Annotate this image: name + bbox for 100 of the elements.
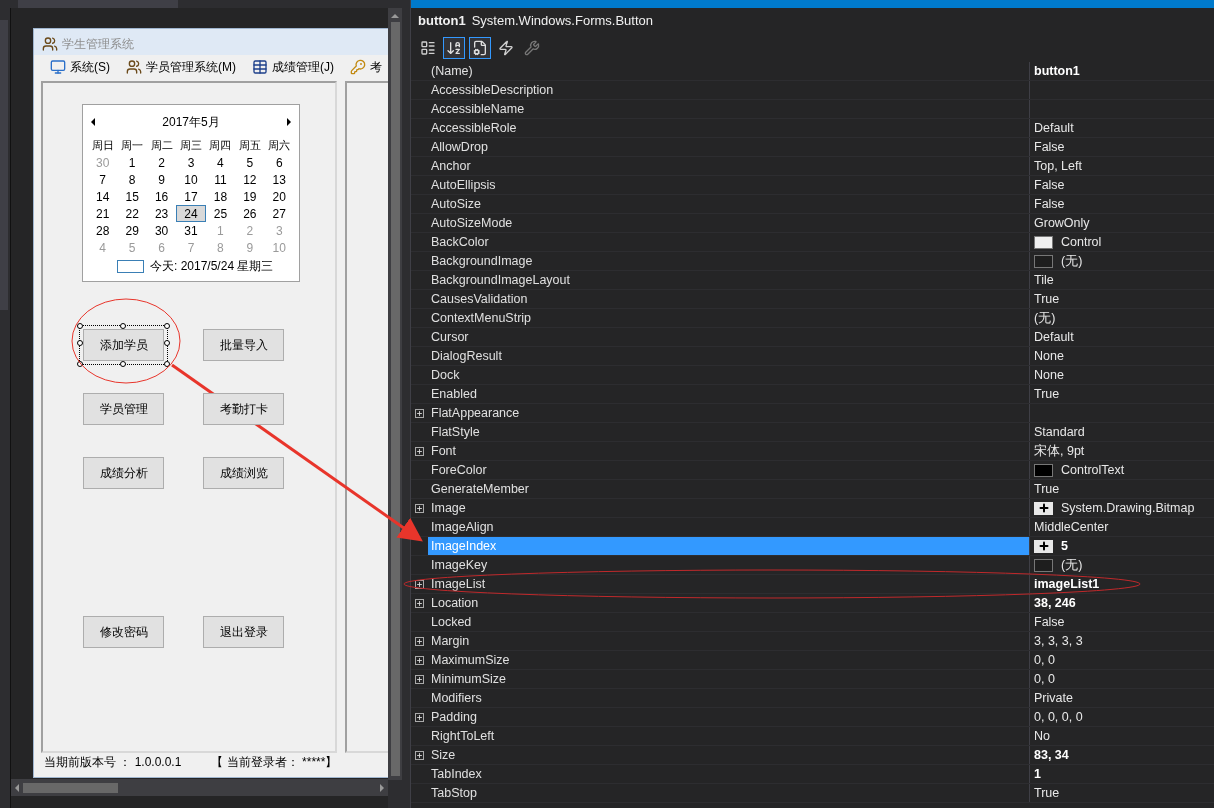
calendar-day[interactable]: 22 [117, 205, 147, 222]
property-row[interactable]: Font 宋体, 9pt [411, 442, 1214, 461]
property-row[interactable]: Image System.Drawing.Bitmap [411, 499, 1214, 518]
property-row[interactable]: Location 38, 246 [411, 594, 1214, 613]
calendar-day[interactable]: 30 [146, 222, 177, 239]
property-row[interactable]: Locked False [411, 613, 1214, 632]
property-row[interactable]: Anchor Top, Left [411, 157, 1214, 176]
expand-toggle[interactable] [415, 655, 424, 665]
property-row[interactable]: AccessibleDescription [411, 81, 1214, 100]
calendar-day[interactable]: 15 [117, 188, 147, 205]
calendar-day[interactable]: 21 [88, 205, 118, 222]
property-row[interactable]: TabIndex 1 [411, 765, 1214, 784]
property-row[interactable]: AutoEllipsis False [411, 176, 1214, 195]
menu-item[interactable]: 成绩管理(J) [252, 58, 334, 76]
calendar-day[interactable]: 9 [146, 171, 177, 188]
calendar-day[interactable]: 1 [117, 154, 147, 171]
expand-toggle[interactable] [415, 750, 424, 760]
expand-toggle[interactable] [415, 446, 424, 456]
expand-toggle[interactable] [415, 636, 424, 646]
form-button[interactable]: 考勤打卡 [203, 393, 284, 425]
expand-toggle[interactable] [415, 579, 424, 589]
property-row[interactable]: AccessibleName [411, 100, 1214, 119]
calendar-day[interactable]: 17 [176, 188, 206, 205]
property-row[interactable]: Dock None [411, 366, 1214, 385]
calendar-day[interactable]: 16 [146, 188, 177, 205]
expand-toggle[interactable] [415, 408, 424, 418]
today-link[interactable]: 今天: 2017/5/24 星期三 [150, 257, 274, 275]
form-button[interactable]: 修改密码 [83, 616, 164, 648]
property-value: (无) [1061, 252, 1083, 270]
properties-button[interactable] [469, 37, 491, 59]
menu-item[interactable]: 系统(S) [50, 58, 110, 76]
expand-toggle[interactable] [415, 712, 424, 722]
calendar-day[interactable]: 2 [146, 154, 177, 171]
calendar-day[interactable]: 3 [176, 154, 206, 171]
previous-month-arrow[interactable] [91, 118, 95, 126]
calendar-day[interactable]: 6 [264, 154, 294, 171]
property-row[interactable]: Cursor Default [411, 328, 1214, 347]
property-row[interactable]: Padding 0, 0, 0, 0 [411, 708, 1214, 727]
calendar-day[interactable]: 26 [235, 205, 265, 222]
calendar-day[interactable]: 28 [88, 222, 118, 239]
calendar-day[interactable]: 12 [235, 171, 265, 188]
property-row[interactable]: Size 83, 34 [411, 746, 1214, 765]
property-row[interactable]: ContextMenuStrip (无) [411, 309, 1214, 328]
form-button[interactable]: 学员管理 [83, 393, 164, 425]
form-button[interactable]: 成绩分析 [83, 457, 164, 489]
expand-toggle[interactable] [415, 598, 424, 608]
calendar-day[interactable]: 5 [235, 154, 265, 171]
property-row[interactable]: MinimumSize 0, 0 [411, 670, 1214, 689]
alphabetical-button[interactable] [443, 37, 465, 59]
property-row[interactable]: BackgroundImageLayout Tile [411, 271, 1214, 290]
property-row[interactable]: TabStop True [411, 784, 1214, 803]
calendar-day[interactable]: 18 [205, 188, 236, 205]
menu-item[interactable]: 学员管理系统(M) [126, 58, 236, 76]
horizontal-scrollbar[interactable] [11, 779, 388, 796]
property-row[interactable]: CausesValidation True [411, 290, 1214, 309]
form-button[interactable]: 成绩浏览 [203, 457, 284, 489]
property-row[interactable]: AutoSizeMode GrowOnly [411, 214, 1214, 233]
calendar-day[interactable]: 27 [264, 205, 294, 222]
property-row[interactable]: ImageList imageList1 [411, 575, 1214, 594]
property-row[interactable]: FlatAppearance [411, 404, 1214, 423]
property-row[interactable]: FlatStyle Standard [411, 423, 1214, 442]
calendar-day[interactable]: 23 [146, 205, 177, 222]
calendar-day[interactable]: 13 [264, 171, 294, 188]
vertical-scrollbar[interactable] [388, 8, 402, 780]
menu-item[interactable]: 考 [350, 58, 382, 76]
property-row[interactable]: ImageKey (无) [411, 556, 1214, 575]
calendar-day[interactable]: 31 [176, 222, 206, 239]
property-row[interactable]: ForeColor ControlText [411, 461, 1214, 480]
next-month-arrow[interactable] [287, 118, 291, 126]
form-button[interactable]: 批量导入 [203, 329, 284, 361]
calendar-day[interactable]: 11 [205, 171, 236, 188]
calendar-day[interactable]: 14 [88, 188, 118, 205]
calendar-day[interactable]: 19 [235, 188, 265, 205]
property-row[interactable]: AutoSize False [411, 195, 1214, 214]
property-row[interactable]: AccessibleRole Default [411, 119, 1214, 138]
property-row[interactable]: Margin 3, 3, 3, 3 [411, 632, 1214, 651]
expand-toggle[interactable] [415, 503, 424, 513]
property-row[interactable]: AllowDrop False [411, 138, 1214, 157]
calendar-day[interactable]: 4 [205, 154, 236, 171]
property-row[interactable]: (Name) button1 [411, 62, 1214, 81]
property-row[interactable]: ImageIndex 5 [411, 537, 1214, 556]
month-calendar[interactable]: 2017年5月 周日 周一 周二 周三 周四 周五 周六 30 1 2 3 4 5 6 7 8 9 10 11 12 13 14 15 16 17 18 19 20 21 22 23 24 25 26 27 28 29 30 31 1 2 3 4 5 6 7 8 9 10 今天: 2017/5/24 星期三 [82, 104, 300, 282]
month-title[interactable]: 2017年5月 [162, 113, 220, 131]
calendar-day[interactable]: 24 [176, 205, 206, 222]
property-row[interactable]: GenerateMember True [411, 480, 1214, 499]
property-row[interactable]: DialogResult None [411, 347, 1214, 366]
calendar-day[interactable]: 20 [264, 188, 294, 205]
calendar-day[interactable]: 7 [88, 171, 118, 188]
property-row[interactable]: Modifiers Private [411, 689, 1214, 708]
property-row[interactable]: MaximumSize 0, 0 [411, 651, 1214, 670]
property-row[interactable]: BackColor Control [411, 233, 1214, 252]
property-row[interactable]: RightToLeft No [411, 727, 1214, 746]
calendar-day[interactable]: 25 [205, 205, 236, 222]
calendar-day[interactable]: 8 [117, 171, 147, 188]
property-row[interactable]: Enabled True [411, 385, 1214, 404]
calendar-day[interactable]: 10 [176, 171, 206, 188]
expand-toggle[interactable] [415, 674, 424, 684]
property-row[interactable]: BackgroundImage (无) [411, 252, 1214, 271]
calendar-day[interactable]: 29 [117, 222, 147, 239]
form-button[interactable]: 退出登录 [203, 616, 284, 648]
